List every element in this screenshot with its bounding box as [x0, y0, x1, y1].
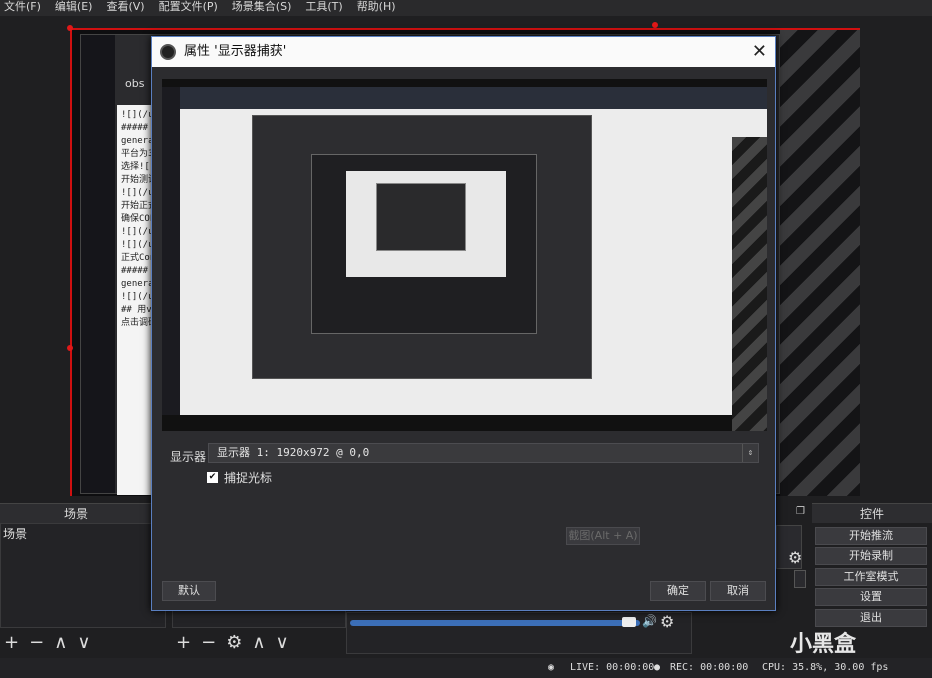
scenes-toolbar: + − ∧ ∨	[4, 632, 91, 653]
sources-toolbar: + − ⚙ ∧ ∨	[176, 632, 289, 653]
menu-file[interactable]: 文件(F)	[4, 0, 41, 16]
menu-edit[interactable]: 编辑(E)	[55, 0, 93, 16]
preview-nested-desktop	[162, 87, 767, 431]
rec-indicator-icon: ●	[654, 662, 661, 673]
rec-time: REC: 00:00:00	[670, 662, 749, 673]
preview-hatch-pattern	[780, 28, 860, 496]
volume-slider-knob[interactable]	[622, 617, 636, 627]
preview-nested-desktop-2	[346, 171, 506, 277]
spinner-icon[interactable]	[794, 570, 806, 588]
source-bounds-left	[70, 28, 72, 496]
preview-nested-taskbar	[162, 87, 180, 415]
add-scene-button[interactable]: +	[4, 632, 19, 653]
move-source-down-button[interactable]: ∨	[276, 632, 289, 653]
dialog-source-preview	[162, 79, 767, 431]
scenes-list: 场景	[0, 523, 166, 628]
screenshot-tooltip-ghost: 截图(Alt + A)	[566, 527, 640, 545]
audio-mixer	[346, 612, 692, 654]
watermark-logo: 小黑盒	[790, 632, 857, 657]
ok-button[interactable]: 确定	[650, 581, 706, 601]
move-scene-down-button[interactable]: ∨	[77, 632, 90, 653]
menu-profile[interactable]: 配置文件(P)	[159, 0, 218, 16]
exit-button[interactable]: 退出	[815, 609, 927, 627]
studio-mode-button[interactable]: 工作室模式	[815, 568, 927, 586]
live-time: LIVE: 00:00:00	[570, 662, 655, 673]
display-select-value: 显示器 1: 1920x972 @ 0,0	[217, 446, 370, 459]
remove-source-button[interactable]: −	[201, 632, 216, 653]
capture-cursor-label: 捕捉光标	[224, 471, 273, 485]
settings-button[interactable]: 设置	[815, 588, 927, 606]
gear-icon[interactable]: ⚙	[788, 548, 802, 567]
source-bounds-top	[70, 28, 860, 30]
status-bar: ◉ LIVE: 00:00:00 ● REC: 00:00:00 CPU: 35…	[0, 658, 932, 678]
speaker-icon[interactable]: 🔊	[642, 614, 657, 628]
preview-nested-obs-2	[376, 183, 466, 251]
menu-scene-collection[interactable]: 场景集合(S)	[232, 0, 292, 16]
obs-logo-icon	[160, 44, 176, 60]
display-select[interactable]: 显示器 1: 1920x972 @ 0,0 ⇕	[208, 443, 759, 463]
menu-bar: 文件(F) 编辑(E) 查看(V) 配置文件(P) 场景集合(S) 工具(T) …	[0, 0, 932, 16]
move-scene-up-button[interactable]: ∧	[54, 632, 67, 653]
spinner-icon[interactable]: ⇕	[742, 444, 758, 462]
start-recording-button[interactable]: 开始录制	[815, 547, 927, 565]
display-label: 显示器	[170, 450, 207, 464]
preview-nested-browser-bar	[180, 87, 767, 109]
preview-nested-hatch	[732, 137, 767, 431]
close-icon[interactable]: ✕	[752, 37, 767, 67]
menu-help[interactable]: 帮助(H)	[357, 0, 396, 16]
capture-cursor-checkbox[interactable]: ✔ 捕捉光标	[207, 469, 272, 486]
defaults-button[interactable]: 默认	[162, 581, 216, 601]
preview-nested-obs	[252, 115, 592, 379]
resize-handle[interactable]	[67, 25, 73, 31]
move-source-up-button[interactable]: ∧	[252, 632, 265, 653]
preview-nested-dialog	[311, 154, 537, 334]
controls-dock-title: 控件	[812, 503, 932, 523]
remove-scene-button[interactable]: −	[29, 632, 44, 653]
dialog-title-bar: 属性 '显示器捕获' ✕	[152, 37, 775, 67]
properties-dialog: 属性 '显示器捕获' ✕ 显示器 显示器 1: 1920x972 @ 0,0 ⇕…	[151, 36, 776, 611]
cancel-button[interactable]: 取消	[710, 581, 766, 601]
add-source-button[interactable]: +	[176, 632, 191, 653]
cpu-fps: CPU: 35.8%, 30.00 fps	[762, 662, 889, 673]
dock-float-icon[interactable]: ❐	[796, 506, 805, 517]
gear-icon[interactable]: ⚙	[226, 632, 242, 653]
resize-handle[interactable]	[652, 22, 658, 28]
scenes-dock-title: 场景	[0, 503, 152, 523]
volume-slider[interactable]	[350, 620, 640, 626]
dialog-title: 属性 '显示器捕获'	[184, 44, 287, 59]
start-streaming-button[interactable]: 开始推流	[815, 527, 927, 545]
checkmark-icon[interactable]: ✔	[207, 472, 218, 483]
live-indicator-icon: ◉	[548, 662, 555, 673]
gear-icon[interactable]: ⚙	[660, 612, 674, 631]
resize-handle[interactable]	[67, 345, 73, 351]
captured-folder-label: obs	[125, 77, 145, 90]
menu-tools[interactable]: 工具(T)	[305, 0, 342, 16]
menu-view[interactable]: 查看(V)	[106, 0, 144, 16]
captured-taskbar	[81, 35, 115, 493]
scene-item[interactable]: 场景	[1, 524, 165, 542]
